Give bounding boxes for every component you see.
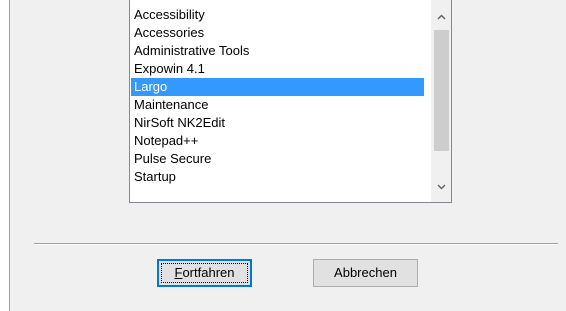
dialog: Accessibility Accessories Administrative… [9, 0, 566, 311]
scroll-down-button[interactable] [432, 178, 451, 196]
vertical-scrollbar[interactable] [431, 0, 451, 202]
list-item[interactable]: Notepad++ [131, 132, 424, 150]
list-items: Accessibility Accessories Administrative… [131, 0, 424, 186]
list-item[interactable]: Administrative Tools [131, 42, 424, 60]
list-item[interactable]: Maintenance [131, 96, 424, 114]
list-item[interactable]: Accessibility [131, 6, 424, 24]
list-item-selected[interactable]: Largo [131, 78, 424, 96]
program-folder-listbox[interactable]: Accessibility Accessories Administrative… [129, 0, 452, 203]
separator-line [34, 243, 558, 245]
chevron-down-icon [437, 184, 446, 190]
cancel-button[interactable]: Abbrechen [313, 259, 418, 287]
list-item[interactable]: NirSoft NK2Edit [131, 114, 424, 132]
list-item[interactable]: Expowin 4.1 [131, 60, 424, 78]
scroll-thumb[interactable] [434, 30, 449, 151]
continue-button-label: Fortfahren [158, 260, 251, 286]
list-item[interactable]: Pulse Secure [131, 150, 424, 168]
continue-button[interactable]: Fortfahren [157, 259, 252, 287]
list-item[interactable]: Accessories [131, 24, 424, 42]
list-item[interactable]: Startup [131, 168, 424, 186]
continue-label-rest: ortfahren [182, 265, 235, 280]
chevron-up-icon [437, 14, 446, 20]
scroll-up-button[interactable] [432, 8, 451, 26]
cancel-button-label: Abbrechen [334, 265, 397, 280]
